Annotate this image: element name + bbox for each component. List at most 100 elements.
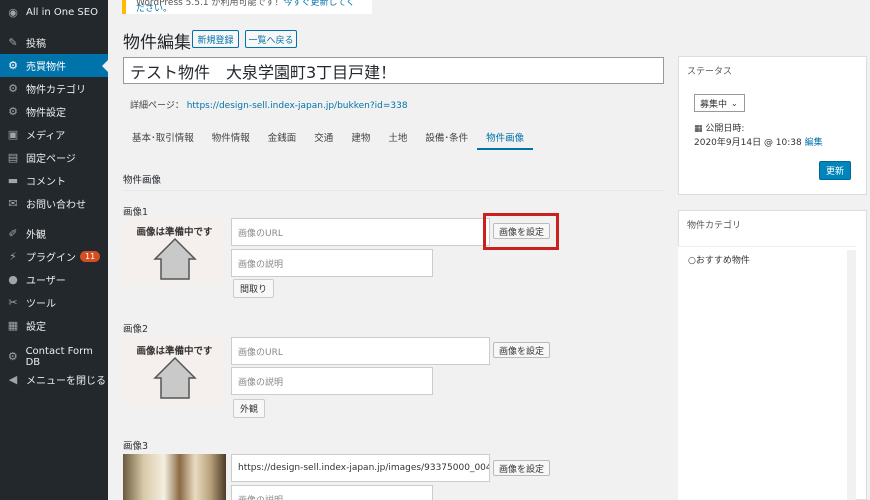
sidebar-item-property-category[interactable]: ⚙ 物件カテゴリ bbox=[0, 77, 108, 100]
edit-publish-date-link[interactable]: 編集 bbox=[805, 138, 823, 148]
sidebar-item-label: メディア bbox=[26, 131, 66, 142]
property-photo bbox=[123, 454, 226, 500]
sidebar-item-label: 売買物件 bbox=[26, 62, 66, 73]
publish-label: 公開日時: bbox=[705, 124, 745, 134]
sidebar-item-property-settings[interactable]: ⚙ 物件設定 bbox=[0, 100, 108, 123]
image-category-tag[interactable]: 外観 bbox=[233, 399, 266, 418]
property-tabs: 基本･取引情報 物件情報 金銭面 交通 建物 土地 設備･条件 物件画像 bbox=[123, 130, 534, 150]
tab-property-images[interactable]: 物件画像 bbox=[477, 130, 534, 150]
status-value: 募集中 bbox=[700, 99, 728, 110]
wp-icon: ◉ bbox=[8, 6, 18, 19]
sidebar-item-tools[interactable]: ✂ ツール bbox=[0, 291, 108, 314]
publish-info: ▦ 公開日時: 2020年9月14日 @ 10:38 編集 bbox=[694, 122, 823, 150]
collapse-icon: ◀ bbox=[8, 373, 18, 386]
image-url-input[interactable]: https://design-sell.index-japan.jp/image… bbox=[231, 454, 490, 482]
page-title: 物件編集 bbox=[123, 33, 191, 53]
tab-finance[interactable]: 金銭面 bbox=[259, 130, 306, 150]
tab-building[interactable]: 建物 bbox=[342, 130, 379, 150]
set-image-button[interactable]: 画像を設定 bbox=[493, 342, 550, 358]
divider bbox=[123, 190, 664, 191]
plugin-icon: ⚡ bbox=[9, 250, 17, 263]
gear-icon: ⚙ bbox=[8, 59, 18, 72]
sidebar-item-posts[interactable]: ✎ 投稿 bbox=[0, 31, 108, 54]
sidebar-item-label: 外観 bbox=[26, 230, 46, 241]
category-box-title: 物件カテゴリ bbox=[687, 221, 742, 231]
comment-icon: ▬ bbox=[7, 174, 19, 187]
brush-icon: ✐ bbox=[8, 227, 18, 240]
sidebar-item-sale-properties[interactable]: ⚙ 売買物件 bbox=[0, 54, 108, 77]
image-url-input[interactable]: 画像のURL bbox=[231, 337, 490, 365]
house-icon bbox=[153, 237, 197, 280]
image-placeholder: 画像は準備中です bbox=[123, 218, 226, 285]
image-category-tag[interactable]: 間取り bbox=[233, 279, 275, 298]
detail-page-link[interactable]: https://design-sell.index-japan.jp/bukke… bbox=[187, 101, 408, 111]
calendar-icon: ▦ bbox=[694, 124, 703, 134]
detail-page-link-row: 詳細ページ： https://design-sell.index-japan.j… bbox=[130, 98, 408, 111]
radio-icon: ○ bbox=[688, 256, 696, 266]
sidebar-item-contact-form-db[interactable]: ⚙ Contact Form DB bbox=[0, 345, 108, 368]
mail-icon: ✉ bbox=[8, 197, 18, 210]
gear-icon: ⚙ bbox=[7, 350, 18, 363]
sidebar-item-users[interactable]: ● ユーザー bbox=[0, 268, 108, 291]
sidebar-item-media[interactable]: ▣ メディア bbox=[0, 123, 108, 146]
sidebar-item-label: 物件カテゴリ bbox=[26, 85, 86, 96]
sidebar-item-aioseo[interactable]: ◉ All in One SEO bbox=[0, 1, 108, 24]
user-icon: ● bbox=[8, 273, 18, 286]
settings-icon: ▦ bbox=[7, 319, 19, 332]
detail-label: 詳細ページ： bbox=[130, 101, 184, 111]
status-select[interactable]: 募集中 ⌄ bbox=[694, 94, 745, 112]
category-list bbox=[678, 246, 856, 500]
sidebar-item-comments[interactable]: ▬ コメント bbox=[0, 169, 108, 192]
admin-sidebar: ◉ All in One SEO ✎ 投稿 ⚙ 売買物件 ⚙ 物件カテゴリ ⚙ 物件設定 … bbox=[0, 0, 108, 500]
placeholder-text: 画像は準備中です bbox=[136, 346, 213, 357]
tab-property-info[interactable]: 物件情報 bbox=[203, 130, 259, 150]
image-description-input[interactable]: 画像の説明 bbox=[231, 367, 433, 395]
image-label: 画像3 bbox=[123, 441, 149, 452]
sidebar-item-contact[interactable]: ✉ お問い合わせ bbox=[0, 192, 108, 215]
sidebar-item-label: コメント bbox=[26, 177, 66, 188]
sidebar-item-label: ユーザー bbox=[26, 276, 66, 287]
new-property-button[interactable]: 新規登録 bbox=[192, 30, 239, 48]
sidebar-item-label: お問い合わせ bbox=[26, 200, 86, 211]
sidebar-item-appearance[interactable]: ✐ 外観 bbox=[0, 222, 108, 245]
section-title: 物件画像 bbox=[123, 175, 162, 186]
set-image-button[interactable]: 画像を設定 bbox=[493, 460, 550, 476]
post-title-input[interactable]: テスト物件 大泉学園町3丁目戸建！ bbox=[123, 57, 664, 84]
sidebar-item-label: ツール bbox=[26, 299, 56, 310]
wrench-icon: ✂ bbox=[8, 296, 18, 309]
sidebar-item-plugins[interactable]: ⚡ プラグイン 11 bbox=[0, 245, 108, 268]
sidebar-item-label: Contact Form DB bbox=[25, 345, 93, 368]
image-url-input[interactable]: 画像のURL bbox=[231, 218, 490, 246]
sidebar-collapse-menu[interactable]: ◀ メニューを閉じる bbox=[0, 368, 108, 391]
tab-basic-info[interactable]: 基本･取引情報 bbox=[123, 130, 203, 150]
back-to-list-button[interactable]: 一覧へ戻る bbox=[245, 30, 297, 48]
page-icon: ▤ bbox=[7, 151, 19, 164]
gear-icon: ⚙ bbox=[8, 105, 18, 118]
sidebar-item-label: 固定ページ bbox=[26, 154, 76, 165]
sidebar-item-label: メニューを閉じる bbox=[26, 376, 106, 387]
tab-land[interactable]: 土地 bbox=[379, 130, 416, 150]
image-label: 画像1 bbox=[123, 207, 149, 218]
highlight-box bbox=[483, 213, 559, 250]
tab-facilities[interactable]: 設備･条件 bbox=[416, 130, 477, 150]
tab-transport[interactable]: 交通 bbox=[305, 130, 342, 150]
image-description-input[interactable]: 画像の説明 bbox=[231, 485, 433, 500]
publish-date: 2020年9月14日 @ 10:38 bbox=[694, 138, 802, 148]
gear-icon: ⚙ bbox=[8, 82, 18, 95]
category-scrollbar[interactable] bbox=[847, 250, 856, 500]
category-option-label: おすすめ物件 bbox=[695, 256, 750, 266]
sidebar-item-settings[interactable]: ▦ 設定 bbox=[0, 314, 108, 337]
media-icon: ▣ bbox=[7, 128, 19, 141]
pin-icon: ✎ bbox=[8, 36, 18, 49]
house-icon bbox=[153, 356, 197, 399]
image-label: 画像2 bbox=[123, 324, 149, 335]
sidebar-item-label: プラグイン bbox=[26, 253, 76, 264]
placeholder-text: 画像は準備中です bbox=[136, 227, 213, 238]
sidebar-item-label: All in One SEO bbox=[26, 7, 98, 18]
update-button[interactable]: 更新 bbox=[819, 161, 851, 180]
category-option[interactable]: ○おすすめ物件 bbox=[688, 253, 750, 266]
chevron-down-icon: ⌄ bbox=[731, 98, 738, 108]
update-count-badge: 11 bbox=[80, 251, 101, 262]
image-description-input[interactable]: 画像の説明 bbox=[231, 249, 433, 277]
sidebar-item-pages[interactable]: ▤ 固定ページ bbox=[0, 146, 108, 169]
